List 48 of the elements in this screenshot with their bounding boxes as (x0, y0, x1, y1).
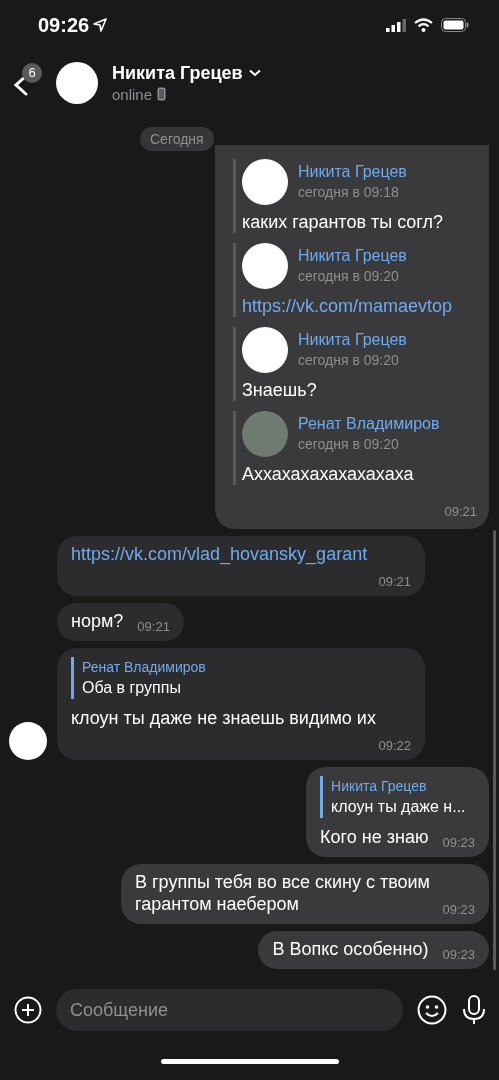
sender-name: Никита Грецев (298, 246, 407, 266)
message-date: сегодня в 09:20 (298, 435, 400, 454)
location-arrow-icon (93, 18, 108, 32)
sender-name: Никита Грецев (298, 162, 407, 182)
avatar[interactable] (56, 61, 98, 104)
phone-icon (157, 87, 167, 101)
message-input[interactable]: Сообщение (56, 989, 403, 1031)
link[interactable]: https://vk.com/mamaevtop (242, 296, 453, 316)
message-time: 09:21 (137, 618, 170, 636)
message-text: клоун ты даже не знаешь видимо их (71, 708, 376, 728)
add-icon[interactable] (14, 996, 42, 1024)
reply-name: Никита Грецев (331, 777, 428, 796)
message-text: норм? (71, 611, 124, 631)
reply-name: Ренат Владимиров (82, 658, 207, 677)
wifi-icon (414, 18, 433, 32)
message-time: 09:23 (442, 901, 475, 919)
emoji-icon[interactable] (417, 995, 447, 1025)
message-text: Кого не знаю (320, 827, 429, 847)
chevron-down-icon (248, 69, 261, 77)
sender-name: Никита Грецев (298, 330, 407, 350)
message-text: каких гарантов ты согл? (242, 212, 444, 232)
avatar[interactable] (9, 722, 47, 760)
reply-text: клоун ты даже н... (331, 797, 467, 817)
message-date: сегодня в 09:20 (298, 351, 400, 370)
message-time: 09:22 (378, 737, 411, 755)
status-time: 09:26 (38, 13, 90, 37)
message-text: В Вопкс особенно) (272, 939, 429, 959)
message-time: 09:21 (378, 573, 411, 591)
message-date: сегодня в 09:18 (298, 183, 400, 202)
signal-icon (386, 18, 406, 32)
unread-count: 6 (22, 62, 42, 83)
date-label: Сегодня (140, 127, 214, 151)
message-date: сегодня в 09:20 (298, 267, 400, 286)
link[interactable]: https://vk.com/vlad_hovansky_garant (71, 544, 368, 564)
scrollbar[interactable] (493, 530, 496, 970)
message-text: Аххахахахахахахаха (242, 464, 414, 484)
message-time: 09:21 (444, 503, 477, 521)
reply-text: Оба в группы (82, 678, 182, 698)
back-button[interactable]: 6 (10, 62, 46, 103)
sender-name: Ренат Владимиров (298, 414, 440, 434)
message-text: Знаешь? (242, 380, 317, 400)
contact-status: online (112, 85, 153, 103)
message-time: 09:23 (442, 946, 475, 964)
contact-name[interactable]: Никита Грецев (112, 62, 243, 84)
battery-icon (441, 18, 469, 32)
message-time: 09:23 (442, 834, 475, 852)
message-text: В группы тебя во все скину с твоим гарантом наебером (135, 872, 430, 914)
microphone-icon[interactable] (461, 995, 487, 1025)
